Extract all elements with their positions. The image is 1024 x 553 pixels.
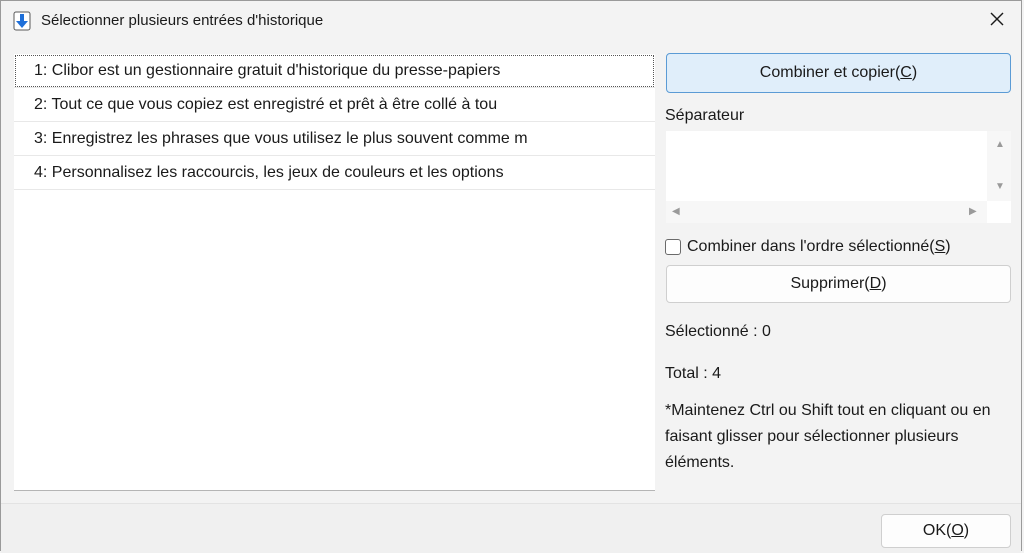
download-arrow-icon bbox=[13, 11, 31, 31]
list-item[interactable]: 2: Tout ce que vous copiez est enregistr… bbox=[14, 88, 655, 122]
ok-accel: O bbox=[951, 522, 964, 539]
separator-textarea[interactable]: ▲ ▼ ◀ ▶ bbox=[666, 131, 1011, 223]
delete-button[interactable]: Supprimer(D) bbox=[666, 265, 1011, 303]
footer-bar: OK(O) bbox=[1, 503, 1021, 553]
scroll-down-icon[interactable]: ▼ bbox=[995, 181, 1005, 192]
order-checkbox-label: Combiner dans l'ordre sélectionné( bbox=[687, 238, 935, 255]
vertical-scrollbar[interactable]: ▲ ▼ bbox=[987, 131, 1011, 201]
paren-close: ) bbox=[911, 64, 918, 81]
selected-count: Sélectionné : 0 bbox=[665, 323, 771, 340]
close-button[interactable] bbox=[981, 5, 1013, 37]
history-list[interactable]: 1: Clibor est un gestionnaire gratuit d'… bbox=[14, 54, 655, 491]
combine-copy-accel: C bbox=[900, 64, 912, 81]
horizontal-scrollbar[interactable]: ◀ ▶ bbox=[666, 201, 987, 223]
combine-copy-label: Combiner et copier( bbox=[759, 64, 901, 81]
scroll-left-icon[interactable]: ◀ bbox=[672, 206, 680, 217]
list-item[interactable]: 3: Enregistrez les phrases que vous util… bbox=[14, 122, 655, 156]
combine-copy-button[interactable]: Combiner et copier(C) bbox=[666, 53, 1011, 93]
selection-hint: *Maintenez Ctrl ou Shift tout en cliquan… bbox=[665, 402, 991, 471]
delete-accel: D bbox=[869, 275, 882, 292]
ok-button[interactable]: OK(O) bbox=[881, 514, 1011, 548]
paren-close: ) bbox=[881, 275, 887, 292]
close-icon bbox=[990, 12, 1004, 31]
delete-label: Supprimer( bbox=[790, 275, 870, 292]
order-checkbox[interactable] bbox=[665, 239, 681, 255]
list-item[interactable]: 4: Personnalisez les raccourcis, les jeu… bbox=[14, 156, 655, 190]
separator-label: Séparateur bbox=[665, 107, 745, 124]
title-bar: Sélectionner plusieurs entrées d'histori… bbox=[1, 1, 1021, 41]
order-checkbox-accel: S bbox=[934, 238, 946, 255]
dialog-window: Sélectionner plusieurs entrées d'histori… bbox=[0, 0, 1022, 553]
window-title: Sélectionner plusieurs entrées d'histori… bbox=[41, 12, 324, 29]
total-count: Total : 4 bbox=[665, 365, 722, 382]
scroll-up-icon[interactable]: ▲ bbox=[995, 139, 1005, 150]
list-item[interactable]: 1: Clibor est un gestionnaire gratuit d'… bbox=[14, 54, 655, 88]
paren-close: ) bbox=[963, 522, 970, 539]
paren-close: ) bbox=[945, 238, 951, 255]
order-checkbox-row[interactable]: Combiner dans l'ordre sélectionné(S) bbox=[665, 236, 951, 258]
ok-label: OK( bbox=[922, 522, 952, 539]
scroll-right-icon[interactable]: ▶ bbox=[969, 206, 977, 217]
